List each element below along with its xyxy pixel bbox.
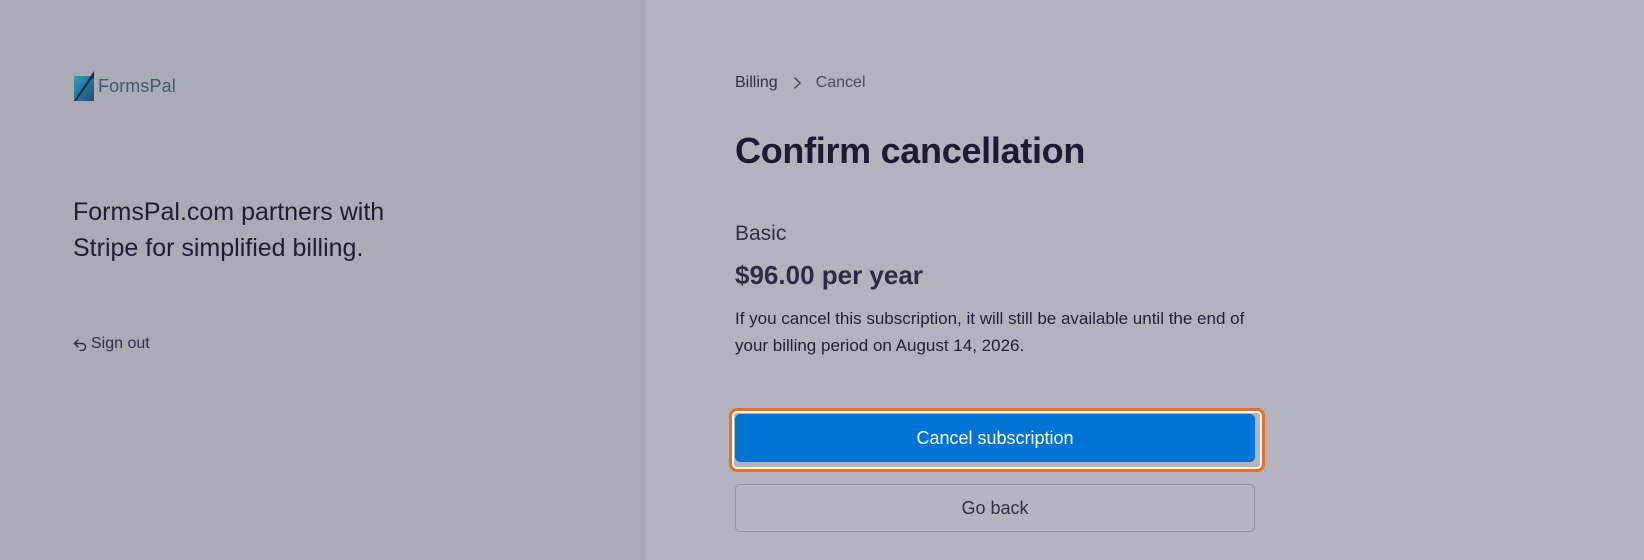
sign-out-link[interactable]: Sign out	[73, 335, 150, 353]
cancel-subscription-button[interactable]: Cancel subscription	[735, 414, 1255, 462]
page-title: Confirm cancellation	[735, 130, 1086, 171]
breadcrumb-current: Cancel	[815, 74, 866, 91]
breadcrumb: Billing Cancel	[735, 74, 866, 92]
plan-price: $96.00 per year	[735, 260, 923, 290]
cancellation-note: If you cancel this subscription, it will…	[735, 309, 1245, 355]
cancellation-panel: Billing Cancel Confirm cancellation Basi…	[646, 0, 1644, 560]
go-back-button[interactable]: Go back	[735, 484, 1255, 532]
brand-name: FormsPal	[98, 75, 176, 96]
sign-out-label: Sign out	[91, 335, 150, 352]
formspal-logo-icon	[74, 71, 94, 101]
breadcrumb-billing-link[interactable]: Billing	[735, 74, 778, 92]
billing-portal: FormsPal FormsPal.com partners with Stri…	[0, 0, 1644, 560]
brand-logo: FormsPal	[73, 70, 176, 102]
brand-tagline: FormsPal.com partners with Stripe for si…	[73, 198, 385, 262]
chevron-right-icon	[790, 76, 804, 90]
sign-out-arrow-icon	[73, 339, 87, 351]
plan-name: Basic	[735, 222, 787, 245]
brand-panel: FormsPal FormsPal.com partners with Stri…	[0, 0, 646, 560]
